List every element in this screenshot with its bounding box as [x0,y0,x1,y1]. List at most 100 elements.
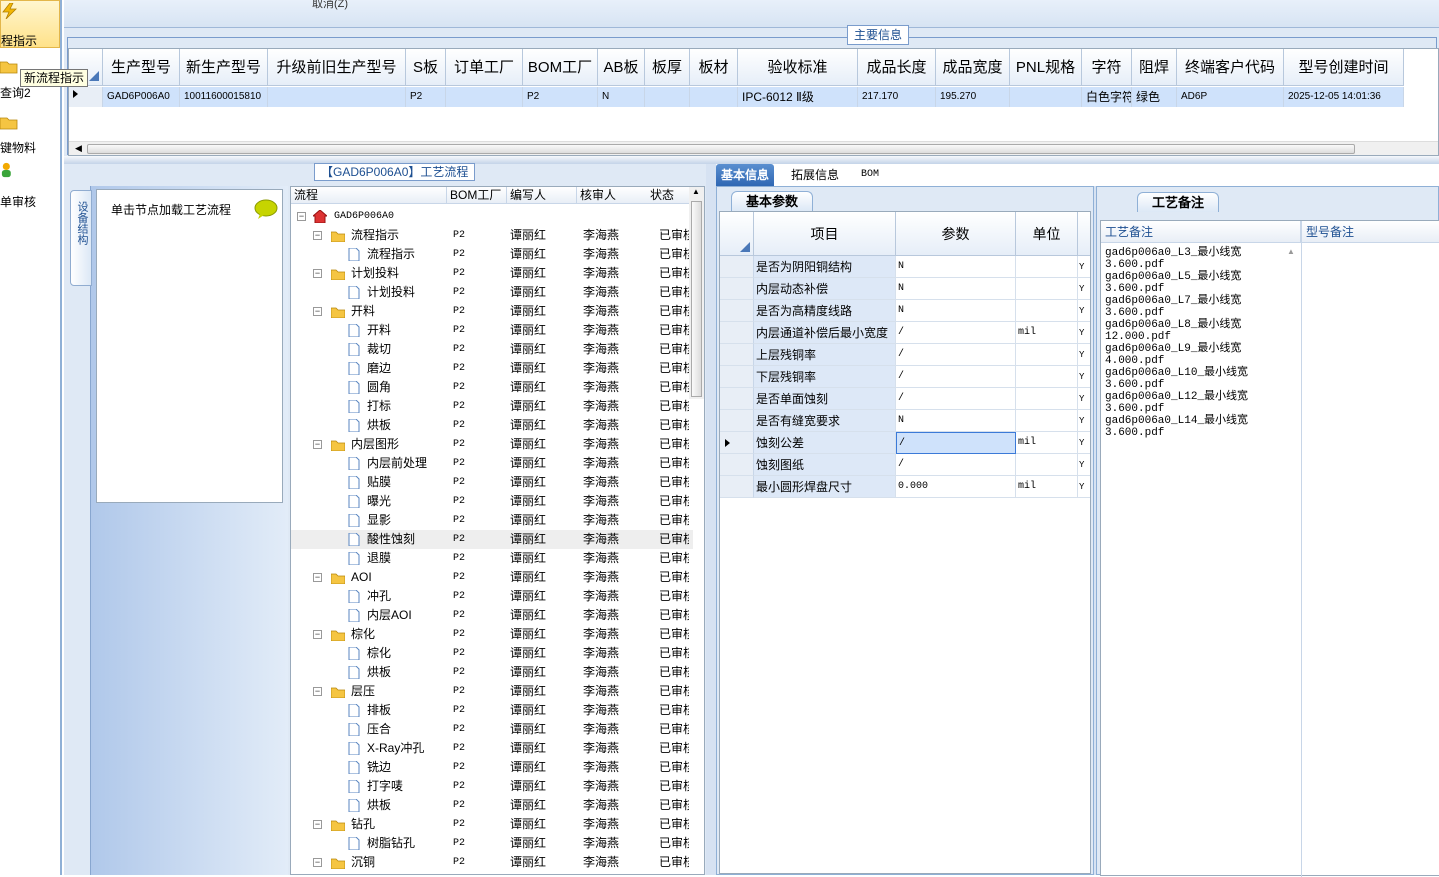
table-cell[interactable]: 白色字符 [1082,87,1132,107]
table-cell[interactable]: P2 [406,87,446,107]
tree-col-header[interactable]: BOM工厂 [447,187,507,204]
scroll-left-icon[interactable]: ◀ [75,142,82,155]
collapse-icon[interactable]: − [313,858,322,867]
table-cell[interactable] [446,87,523,107]
col-header[interactable]: BOM工厂 [523,49,598,86]
param-row[interactable]: 上层残铜率 / Y [720,344,1090,366]
tree-row[interactable]: − 钻孔 P2 谭丽红 李海燕 已审核 [291,815,693,834]
tree-row[interactable]: 退膜 P2 谭丽红 李海燕 已审核 [291,549,693,568]
param-row[interactable]: 是否单面蚀刻 / Y [720,388,1090,410]
param-row[interactable]: 是否有缝宽要求 N Y [720,410,1090,432]
row-indicator[interactable] [720,322,754,344]
row-indicator[interactable] [720,410,754,432]
tab-bom[interactable]: BOM [856,164,884,186]
tab-extended-info[interactable]: 拓展信息 [786,164,844,186]
param-row[interactable]: 蚀刻图纸 / Y [720,454,1090,476]
horizontal-splitter[interactable] [64,156,1439,164]
tree-vertical-scrollbar[interactable]: ▲ [689,187,704,399]
col-header[interactable]: 升级前旧生产型号 [268,49,406,86]
row-indicator[interactable] [720,476,754,498]
table-cell[interactable]: P2 [523,87,598,107]
tree-row[interactable]: − AOI P2 谭丽红 李海燕 已审核 [291,568,693,587]
tree-row[interactable]: − 层压 P2 谭丽红 李海燕 已审核 [291,682,693,701]
col-header[interactable]: 生产型号 [103,49,180,86]
scroll-up-icon[interactable]: ▲ [1287,247,1295,256]
collapse-icon[interactable]: − [297,212,306,221]
tree-row[interactable]: − 计划投料 P2 谭丽红 李海燕 已审核 [291,264,693,283]
tree-row[interactable]: 烘板 P2 谭丽红 李海燕 已审核 [291,796,693,815]
tree-row[interactable]: − 开料 P2 谭丽红 李海燕 已审核 [291,302,693,321]
collapse-icon[interactable]: − [313,687,322,696]
table-cell[interactable] [268,87,406,107]
tree-col-header[interactable]: 编写人 [507,187,577,204]
tree-row[interactable]: 烘板 P2 谭丽红 李海燕 已审核 [291,663,693,682]
tree-row[interactable]: 打字唛 P2 谭丽红 李海燕 已审核 [291,777,693,796]
nav-item-key-materials[interactable]: 键物料 [0,112,60,156]
col-header[interactable]: 字符 [1082,49,1132,86]
tree-row[interactable]: 排板 P2 谭丽红 李海燕 已审核 [291,701,693,720]
param-value[interactable]: N [896,410,1016,432]
cancel-button[interactable]: 取消(Z) [312,0,348,11]
col-header[interactable]: 板材 [690,49,738,86]
nav-item-review[interactable]: 单审核 [0,162,60,209]
param-row[interactable]: 内层动态补偿 N Y [720,278,1090,300]
tab-basic-info[interactable]: 基本信息 [716,164,775,186]
process-notes-text[interactable]: gad6p006a0_L3_最小线宽 3.600.pdf gad6p006a0_… [1105,247,1285,439]
table-cell[interactable]: 绿色 [1132,87,1177,107]
table-cell[interactable]: AD6P [1177,87,1284,107]
tree-row[interactable]: 曝光 P2 谭丽红 李海燕 已审核 [291,492,693,511]
tree-row[interactable]: − 内层图形 P2 谭丽红 李海燕 已审核 [291,435,693,454]
tree-row[interactable]: 内层前处理 P2 谭丽红 李海燕 已审核 [291,454,693,473]
param-value[interactable]: / [896,454,1016,476]
tree-row[interactable]: 显影 P2 谭丽红 李海燕 已审核 [291,511,693,530]
col-header[interactable]: 型号创建时间 [1284,49,1404,86]
row-indicator[interactable] [720,432,754,454]
table-cell[interactable]: 10011600015810 [180,87,268,107]
tree-row[interactable]: 打标 P2 谭丽红 李海燕 已审核 [291,397,693,416]
collapse-icon[interactable]: − [313,269,322,278]
param-row[interactable]: 蚀刻公差 / mil Y [720,432,1090,454]
row-indicator[interactable] [720,344,754,366]
col-header[interactable]: 成品宽度 [936,49,1010,86]
param-value[interactable]: / [896,388,1016,410]
horizontal-scroll-thumb[interactable] [87,144,1355,154]
param-row[interactable]: 是否为阴阳铜结构 N Y [720,256,1090,278]
param-value[interactable]: / [896,344,1016,366]
row-indicator[interactable] [720,278,754,300]
tree-row[interactable]: 贴膜 P2 谭丽红 李海燕 已审核 [291,473,693,492]
collapse-icon[interactable]: − [313,307,322,316]
table-cell[interactable]: 195.270 [936,87,1010,107]
tree-col-header[interactable]: 核审人 [577,187,657,204]
col-header[interactable]: 终端客户代码 [1177,49,1284,86]
tab-equipment-structure[interactable]: 设备结构 [70,190,92,286]
collapse-icon[interactable]: − [313,231,322,240]
row-indicator[interactable] [720,300,754,322]
horizontal-scrollbar[interactable]: ◀ [69,141,1438,155]
col-header[interactable]: 新生产型号 [180,49,268,86]
col-header[interactable]: S板 [406,49,446,86]
row-indicator[interactable] [69,87,103,107]
tree-row[interactable]: − 沉铜 P2 谭丽红 李海燕 已审核 [291,853,693,872]
collapse-icon[interactable]: − [313,440,322,449]
col-header[interactable]: AB板 [598,49,645,86]
tree-row[interactable]: 压合 P2 谭丽红 李海燕 已审核 [291,720,693,739]
param-value[interactable]: N [896,300,1016,322]
table-cell[interactable]: N [598,87,645,107]
scroll-up-icon[interactable]: ▲ [692,187,700,196]
table-cell[interactable] [645,87,690,107]
tree-row[interactable]: 计划投料 P2 谭丽红 李海燕 已审核 [291,283,693,302]
tree-row[interactable]: X-Ray冲孔 P2 谭丽红 李海燕 已审核 [291,739,693,758]
param-value[interactable]: N [896,256,1016,278]
row-indicator[interactable] [720,388,754,410]
nav-item-flow-indication[interactable]: 程指示 [0,0,60,48]
col-header[interactable]: 订单工厂 [446,49,523,86]
param-value[interactable]: 0.000 [896,476,1016,498]
col-header-process-notes[interactable]: 工艺备注 [1101,221,1301,243]
param-row[interactable]: 最小圆形焊盘尺寸 0.000 mil Y [720,476,1090,498]
col-header-unit[interactable]: 单位 [1016,212,1078,256]
tree-row[interactable]: 流程指示 P2 谭丽红 李海燕 已审核 [291,245,693,264]
tree-row[interactable]: 树脂钻孔 P2 谭丽红 李海燕 已审核 [291,834,693,853]
row-indicator[interactable] [720,454,754,476]
col-header-param[interactable]: 参数 [896,212,1016,256]
param-value[interactable]: N [896,278,1016,300]
